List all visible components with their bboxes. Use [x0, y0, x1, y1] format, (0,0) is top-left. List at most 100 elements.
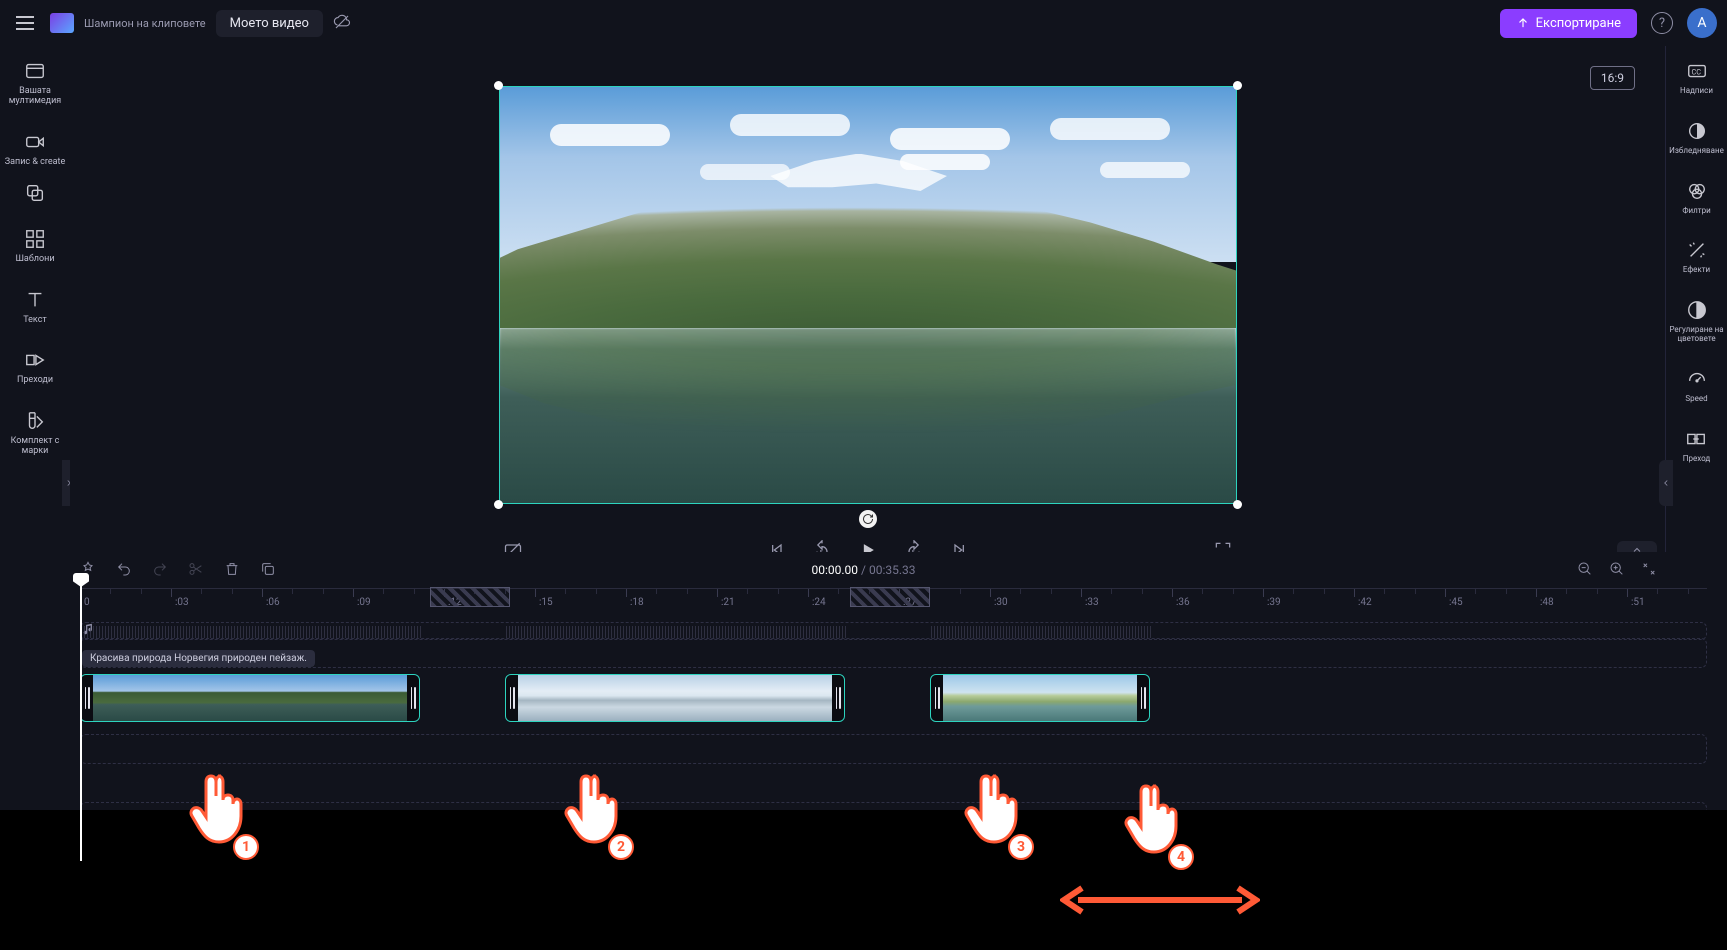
ruler-skip-zone [430, 587, 510, 607]
ruler-tick: :03 [171, 589, 189, 597]
rail-captions[interactable]: CC Надписи [1680, 60, 1713, 96]
ruler-tick: :15 [535, 589, 553, 597]
clip-trim-left[interactable] [506, 675, 518, 721]
rotate-handle[interactable] [859, 510, 877, 528]
ruler-tick: :33 [1081, 589, 1099, 597]
timeline-toolbar: 00:00.00 / 00:35.33 [0, 552, 1727, 588]
playhead[interactable] [80, 581, 82, 861]
project-name-input[interactable]: Моето видео [216, 10, 323, 37]
aspect-ratio-button[interactable]: 16:9 [1590, 66, 1635, 90]
ruler-tick: :51 [1627, 589, 1645, 597]
sync-status-icon [333, 13, 351, 34]
app-logo [50, 13, 74, 33]
rail-text-label: Текст [23, 316, 47, 326]
tutorial-finger-3: 3 [960, 770, 1030, 860]
rail-templates[interactable]: Шаблони [15, 228, 54, 265]
ruler-tick: :48 [1536, 589, 1554, 597]
zoom-out-icon[interactable] [1577, 561, 1593, 580]
rail-record-create[interactable]: Запис & create [5, 131, 65, 168]
tutorial-arrow [1060, 880, 1260, 923]
ruler-tick: :24 [808, 589, 826, 597]
rail-fade[interactable]: Избледняване [1669, 120, 1724, 156]
rail-effects[interactable]: Ефекти [1683, 239, 1710, 275]
topbar-right: Експортиране ? A [1500, 8, 1717, 38]
timeline-clip-1[interactable] [80, 674, 420, 722]
rail-captions-label: Надписи [1680, 87, 1713, 96]
clip-trim-right[interactable] [407, 675, 419, 721]
rail-brand-kit[interactable]: Комплект с марки [0, 410, 70, 457]
zoom-controls [1577, 561, 1657, 580]
total-time: 00:35.33 [869, 563, 916, 577]
rail-transition[interactable]: Преход [1683, 428, 1710, 464]
delete-icon[interactable] [224, 561, 240, 580]
resize-handle-bl[interactable] [494, 500, 503, 509]
rail-record-label: Запис & create [5, 158, 65, 168]
export-button[interactable]: Експортиране [1500, 9, 1637, 38]
clip-trim-left[interactable] [931, 675, 943, 721]
track-lane-empty-2[interactable] [80, 734, 1707, 764]
fit-icon[interactable] [1641, 561, 1657, 580]
ruler-tick: :30 [990, 589, 1008, 597]
user-avatar[interactable]: A [1687, 8, 1717, 38]
timeline-clip-3[interactable] [930, 674, 1150, 722]
rail-fade-label: Избледняване [1669, 147, 1724, 156]
tutorial-finger-1: 1 [185, 770, 255, 860]
help-button[interactable]: ? [1651, 12, 1673, 34]
topbar-left: Шампион на клиповете Моето видео [10, 8, 351, 38]
preview-canvas[interactable] [499, 86, 1237, 504]
rail-adjust-label: Регулиране на цветовете [1666, 326, 1727, 344]
split-icon[interactable] [188, 561, 204, 580]
rail-media-label: Вашата мултимедия [0, 87, 70, 107]
rail-speed-label: Speed [1685, 395, 1707, 404]
right-rail-collapse[interactable] [1659, 460, 1673, 506]
clip-trim-left[interactable] [81, 675, 93, 721]
ruler-tick: :18 [626, 589, 644, 597]
rail-your-media[interactable]: Вашата мултимедия [0, 60, 70, 107]
rail-templates-label: Шаблони [15, 255, 54, 265]
rail-text[interactable]: Текст [23, 289, 47, 326]
zoom-in-icon[interactable] [1609, 561, 1625, 580]
undo-icon[interactable] [116, 561, 132, 580]
timecode: 00:00.00 / 00:35.33 [811, 563, 915, 577]
topbar: Шампион на клиповете Моето видео Експорт… [0, 0, 1727, 46]
redo-icon[interactable] [152, 561, 168, 580]
preview-canvas-wrap [499, 86, 1237, 504]
ruler-tick: :06 [262, 589, 280, 597]
clip-tooltip: Красива природа Норвегия природен пейзаж… [82, 650, 315, 667]
current-time: 00:00.00 [811, 563, 858, 577]
export-label: Експортиране [1536, 16, 1621, 31]
ruler-tick: :21 [717, 589, 735, 597]
resize-handle-br[interactable] [1233, 500, 1242, 509]
ruler-tick: :36 [1172, 589, 1190, 597]
track-lane-video[interactable]: Красива природа Норвегия природен пейзаж… [80, 674, 1707, 724]
rail-library[interactable] [24, 182, 46, 204]
clip-trim-right[interactable] [832, 675, 844, 721]
svg-text:CC: CC [1691, 68, 1701, 77]
bottom-letterbox [0, 810, 1727, 950]
rail-filters[interactable]: Филтри [1682, 180, 1710, 216]
rail-brandkit-label: Комплект с марки [0, 437, 70, 457]
rail-effects-label: Ефекти [1683, 266, 1710, 275]
track-lane-audio[interactable] [80, 770, 1707, 796]
track-lane-empty-1[interactable] [80, 638, 1707, 668]
rail-transition-label: Преход [1683, 455, 1710, 464]
menu-button[interactable] [10, 8, 40, 38]
rail-speed[interactable]: Speed [1685, 368, 1707, 404]
duplicate-icon[interactable] [260, 561, 276, 580]
rail-transitions[interactable]: Преходи [17, 349, 53, 386]
champion-label: Шампион на клиповете [84, 17, 206, 30]
timeline-clip-2[interactable] [505, 674, 845, 722]
ruler-tick: :42 [1354, 589, 1372, 597]
clip-trim-right[interactable] [1137, 675, 1149, 721]
ruler-tick: :45 [1445, 589, 1463, 597]
timeline-ruler[interactable]: 0:03:06:09:12:15:18:21:24:27:30:33:36:39… [80, 588, 1707, 618]
rail-filters-label: Филтри [1682, 207, 1710, 216]
tutorial-finger-4: 4 [1120, 780, 1190, 870]
ruler-tick: :39 [1263, 589, 1281, 597]
rail-adjust-colors[interactable]: Регулиране на цветовете [1666, 299, 1727, 344]
resize-handle-tr[interactable] [1233, 81, 1242, 90]
ruler-skip-zone [850, 587, 930, 607]
rail-transitions-label: Преходи [17, 376, 53, 386]
tutorial-finger-2: 2 [560, 770, 630, 860]
resize-handle-tl[interactable] [494, 81, 503, 90]
